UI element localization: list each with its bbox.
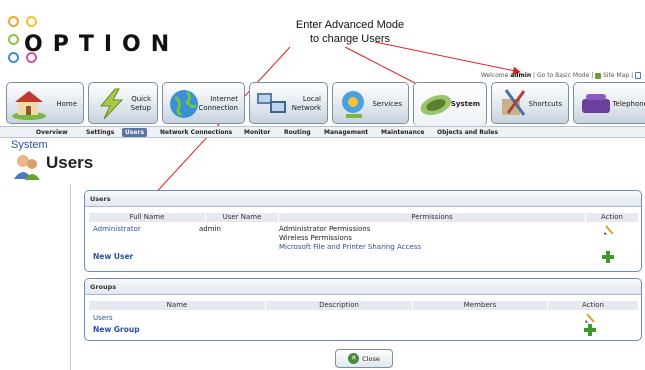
sidebar-divider (70, 184, 71, 370)
site-map-icon[interactable] (595, 72, 602, 79)
tab-local-network[interactable]: Local Network (249, 82, 328, 124)
subnav-network-connections[interactable]: Network Connections (160, 128, 232, 137)
logo-dot (8, 34, 19, 45)
new-user-link[interactable]: New User (93, 252, 133, 261)
breadcrumb[interactable]: System (11, 139, 48, 151)
subnav-routing[interactable]: Routing (284, 128, 311, 137)
option-logo: OPTION (4, 6, 169, 76)
tab-label: Local Network (291, 95, 321, 112)
column-header-user-name: User Name (206, 213, 278, 222)
lightning-icon (99, 88, 124, 120)
subnav-monitor[interactable]: Monitor (244, 128, 270, 137)
users-icon (14, 155, 40, 180)
subnav-settings[interactable]: Settings (86, 128, 114, 137)
edit-pencil-icon[interactable] (603, 224, 615, 236)
subnav-overview[interactable]: Overview (36, 128, 68, 137)
annotation-line-2: to change Users (309, 33, 391, 45)
welcome-prefix: Welcome (480, 72, 509, 79)
close-icon: ✕ (348, 353, 360, 364)
tab-label: Internet Connection (198, 95, 238, 112)
services-icon (342, 91, 364, 118)
tools-icon (502, 89, 526, 116)
groups-panel-title: Groups (85, 279, 641, 295)
annotation-callout: Enter Advanced Mode to change Users (265, 18, 435, 46)
close-button[interactable]: ✕ Close (335, 349, 393, 368)
users-panel-title: Users (85, 191, 641, 207)
logo-dot (8, 52, 19, 63)
system-icon (420, 94, 452, 116)
site-map-link[interactable]: Site Map (603, 72, 629, 79)
house-icon (12, 91, 46, 120)
basic-mode-link[interactable]: Go to Basic Mode (537, 72, 589, 79)
groups-panel: Groups Name Description Members Action U… (84, 278, 642, 341)
new-group-link[interactable]: New Group (93, 325, 140, 334)
add-group-plus-icon[interactable] (584, 324, 596, 336)
welcome-username: admin (510, 72, 532, 79)
add-user-plus-icon[interactable] (602, 251, 614, 263)
tab-label: Home (56, 99, 77, 108)
column-header-action: Action (548, 301, 638, 310)
user-permission: Administrator Permissions (279, 225, 371, 233)
tab-services[interactable]: Services (332, 82, 409, 124)
tab-label: Shortcuts (528, 99, 562, 108)
tab-shortcuts[interactable]: Shortcuts (491, 82, 569, 124)
subnav-objects-and-rules[interactable]: Objects and Rules (437, 128, 498, 137)
computers-icon (257, 93, 286, 113)
tab-system[interactable]: System (413, 82, 487, 126)
group-name[interactable]: Users (93, 314, 113, 322)
tab-label: Quick Setup (130, 95, 151, 112)
tab-telephone[interactable]: Telephone (573, 82, 645, 124)
tab-quick-setup[interactable]: Quick Setup (88, 82, 158, 124)
column-header-action: Action (586, 213, 638, 222)
subnav-users[interactable]: Users (122, 128, 148, 137)
user-user-name: admin (199, 225, 221, 233)
column-header-permissions: Permissions (279, 213, 585, 222)
tab-home[interactable]: Home (6, 82, 84, 124)
logo-dot (26, 16, 37, 27)
page-title: Users (46, 153, 94, 172)
column-header-full-name: Full Name (89, 213, 205, 222)
logo-wordmark: OPTION (24, 32, 180, 57)
subnav-management[interactable]: Management (324, 128, 368, 137)
help-icon[interactable] (635, 72, 641, 79)
tab-internet-connection[interactable]: Internet Connection (162, 82, 245, 124)
column-header-name: Name (89, 301, 265, 310)
user-permission: Microsoft File and Printer Sharing Acces… (279, 243, 421, 251)
telephone-icon (582, 94, 610, 113)
user-permission: Wireless Permissions (279, 234, 352, 242)
column-header-members: Members (413, 301, 547, 310)
users-panel: Users Full Name User Name Permissions Ac… (84, 190, 642, 272)
column-header-description: Description (266, 301, 412, 310)
tab-label: System (450, 99, 480, 108)
user-full-name[interactable]: Administrator (93, 225, 141, 233)
annotation-line-1: Enter Advanced Mode (295, 19, 405, 31)
close-button-label: Close (362, 354, 380, 363)
tab-label: Services (372, 99, 402, 108)
welcome-bar: Welcome admin | Go to Basic Mode | Site … (481, 72, 641, 79)
logo-dot (8, 16, 19, 27)
module-tab-bar: Home Quick Setup Internet Connection Loc… (6, 82, 645, 126)
sub-navigation: Overview Settings Users Network Connecti… (0, 126, 645, 138)
edit-pencil-icon[interactable] (584, 312, 596, 324)
subnav-maintenance[interactable]: Maintenance (381, 128, 425, 137)
arrow-to-basic-mode (374, 41, 521, 75)
tab-label: Telephone (612, 99, 645, 108)
